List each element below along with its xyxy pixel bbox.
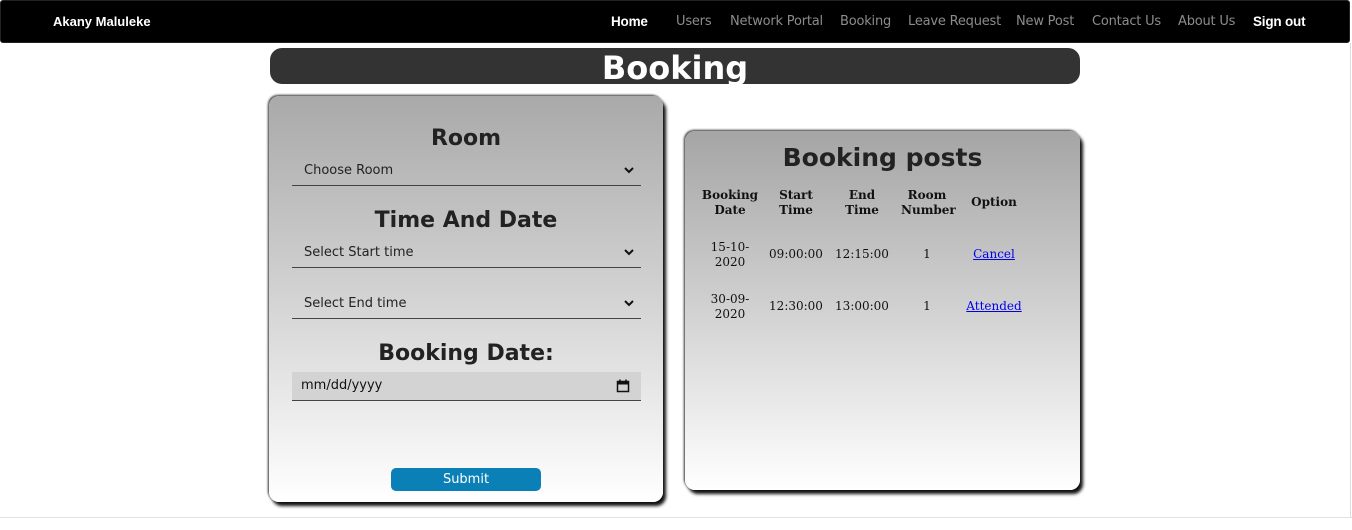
booking-form-card: Room Choose Room Time And Date Select St… [269,96,663,502]
booking-posts-card: Booking posts Booking Date Start Time En… [685,131,1080,490]
chevron-down-icon [624,167,634,174]
header-end-time: End Time [845,188,879,217]
header-option: Option [971,195,1017,209]
top-navbar: Akany Maluleke Home Users Network Portal… [0,0,1350,43]
header-room-number: Room Number [901,188,956,217]
calendar-icon[interactable] [616,379,630,393]
booking-date-placeholder: mm/dd/yyyy [301,378,383,393]
end-time-select[interactable]: Select End time [292,291,641,319]
chevron-down-icon [624,300,634,307]
booking-date-input[interactable]: mm/dd/yyyy [292,372,641,401]
row1-start-time: 09:00:00 [769,247,823,261]
header-start-time: Start Time [779,188,813,217]
room-select-value: Choose Room [304,163,394,178]
brand-link[interactable]: Akany Maluleke [53,14,151,29]
time-date-heading: Time And Date [374,208,558,233]
nav-home[interactable]: Home [611,14,648,29]
nav-new-post[interactable]: New Post [1016,14,1074,29]
room-select[interactable]: Choose Room [292,158,641,186]
page-edge-divider [1350,43,1351,518]
nav-leave-request[interactable]: Leave Request [908,14,1001,29]
end-time-select-value: Select End time [304,296,407,311]
nav-booking[interactable]: Booking [840,14,891,29]
page-title-bar: Booking [270,48,1080,84]
row2-start-time: 12:30:00 [769,299,823,313]
page-bottom-divider [0,517,1352,518]
row2-booking-date: 30-09-2020 [710,292,750,321]
nav-users[interactable]: Users [676,14,712,29]
row2-end-time: 13:00:00 [835,299,889,313]
nav-about-us[interactable]: About Us [1178,14,1235,29]
booking-posts-table: Booking Date Start Time End Time Room Nu… [685,131,1080,490]
row1-booking-date: 15-10-2020 [710,240,750,269]
start-time-select[interactable]: Select Start time [292,240,641,268]
page-title: Booking [601,49,749,84]
booking-date-heading: Booking Date: [378,341,554,366]
attended-link[interactable]: Attended [959,299,1029,314]
start-time-select-value: Select Start time [304,245,414,260]
header-booking-date: Booking Date [701,188,759,217]
nav-network-portal[interactable]: Network Portal [730,14,823,29]
row1-end-time: 12:15:00 [835,247,889,261]
row2-room-number: 1 [923,299,931,313]
chevron-down-icon [624,249,634,256]
nav-sign-out[interactable]: Sign out [1253,14,1306,29]
cancel-link[interactable]: Cancel [959,247,1029,262]
submit-button[interactable]: Submit [391,468,541,491]
room-heading: Room [430,126,502,151]
row1-room-number: 1 [923,247,931,261]
nav-contact-us[interactable]: Contact Us [1092,14,1161,29]
